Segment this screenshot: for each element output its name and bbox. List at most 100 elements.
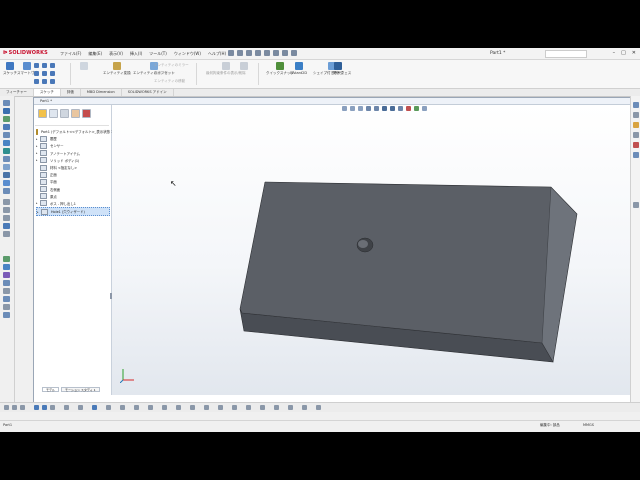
bottom-tool-icon[interactable]	[302, 405, 307, 410]
tree-item-hole-wizard[interactable]: ▸ Hole1 (穴ウィザード)	[36, 207, 110, 217]
equations-button[interactable]: 関係式	[333, 62, 344, 76]
bottom-tool-icon[interactable]	[260, 405, 265, 410]
tool-icon-25[interactable]	[3, 312, 10, 318]
resources-icon[interactable]	[633, 102, 639, 108]
tool-icon-15[interactable]	[3, 215, 10, 221]
bottom-tool-icon[interactable]	[190, 405, 195, 410]
bottom-tool-icon[interactable]	[20, 405, 25, 410]
bottom-tool-icon[interactable]	[316, 405, 321, 410]
tree-filter-bar[interactable]	[35, 120, 109, 126]
tree-item-top-plane[interactable]: 平面	[36, 178, 110, 185]
menu-tools[interactable]: ツール(T)	[149, 51, 167, 57]
trim-entities-button[interactable]	[80, 62, 88, 70]
sketch-button[interactable]: スケッチ	[3, 62, 17, 76]
maximize-button[interactable]: □	[621, 50, 626, 56]
display-manager-tab-icon[interactable]	[82, 109, 91, 118]
bottom-tool-icon[interactable]	[4, 405, 9, 410]
graphics-area[interactable]: ↖	[112, 105, 630, 395]
minimize-button[interactable]: –	[613, 50, 616, 56]
tree-item-annotations[interactable]: ▸ アノテートアイテム	[36, 150, 110, 157]
slot-icon[interactable]	[50, 63, 55, 68]
bottom-tool-icon[interactable]	[288, 405, 293, 410]
bottom-tool-icon[interactable]	[34, 405, 39, 410]
file-explorer-icon[interactable]	[633, 122, 639, 128]
tool-icon-6[interactable]	[3, 140, 10, 146]
task-pane-tab-icon[interactable]	[633, 202, 639, 208]
custom-properties-icon[interactable]	[633, 152, 639, 158]
mirror-entities-label[interactable]: エンティティのミラー	[154, 63, 189, 68]
configuration-manager-tab-icon[interactable]	[60, 109, 69, 118]
bottom-tool-icon[interactable]	[218, 405, 223, 410]
bottom-tool-icon[interactable]	[78, 405, 83, 410]
tab-evaluate[interactable]: 評価	[61, 89, 81, 96]
tool-icon-24[interactable]	[3, 304, 10, 310]
tree-item-right-plane[interactable]: 右側面	[36, 186, 110, 193]
spline-icon[interactable]	[34, 79, 39, 84]
bottom-tool-icon[interactable]	[120, 405, 125, 410]
appearances-icon[interactable]	[633, 142, 639, 148]
arc-icon[interactable]	[42, 71, 47, 76]
instant2d-button[interactable]: Instant2D	[290, 62, 307, 75]
repair-sketch-button[interactable]	[240, 62, 248, 70]
tab-motion-study[interactable]: モーション スタディ 1	[61, 387, 100, 392]
save-icon[interactable]	[246, 50, 252, 56]
close-button[interactable]: ✕	[632, 50, 636, 56]
tree-item-history[interactable]: ▸ 履歴	[36, 135, 110, 142]
bottom-tool-icon[interactable]	[50, 405, 55, 410]
menu-window[interactable]: ウィンドウ(W)	[174, 51, 201, 57]
tool-icon-12[interactable]	[3, 188, 10, 194]
tree-item-sensors[interactable]: ▸ センサー	[36, 142, 110, 149]
tool-icon-14[interactable]	[3, 207, 10, 213]
move-entities-label[interactable]: エンティティの移動	[154, 79, 185, 84]
tool-icon-11[interactable]	[3, 180, 10, 186]
tree-item-material[interactable]: 材料 <指定なし>	[36, 164, 110, 171]
bottom-tool-icon[interactable]	[246, 405, 251, 410]
tool-icon-21[interactable]	[3, 280, 10, 286]
tool-icon-9[interactable]	[3, 164, 10, 170]
solidworks-logo[interactable]: ᐅSOLIDWORKS	[3, 50, 48, 56]
tab-model[interactable]: モデル	[42, 387, 60, 392]
open-icon[interactable]	[237, 50, 243, 56]
tool-icon-19[interactable]	[3, 264, 10, 270]
tree-item-solid-bodies[interactable]: ▸ ソリッド ボディ(1)	[36, 157, 110, 164]
tool-icon-4[interactable]	[3, 124, 10, 130]
tree-item-origin[interactable]: 原点	[36, 193, 110, 200]
document-tab[interactable]: Part1 * – □ ✕	[34, 98, 637, 105]
linear-pattern-label[interactable]: 直線パターン	[154, 71, 175, 76]
tool-icon-1[interactable]	[3, 100, 10, 106]
bottom-tool-icon[interactable]	[162, 405, 167, 410]
undo-icon[interactable]	[264, 50, 270, 56]
view-palette-icon[interactable]	[633, 132, 639, 138]
tool-icon-23[interactable]	[3, 296, 10, 302]
panel-collapse-handle[interactable]	[110, 293, 112, 299]
tool-icon-17[interactable]	[3, 231, 10, 237]
menu-file[interactable]: ファイル(F)	[60, 51, 81, 57]
bottom-tool-icon[interactable]	[232, 405, 237, 410]
bottom-tool-icon[interactable]	[92, 405, 97, 410]
tool-icon-16[interactable]	[3, 223, 10, 229]
tab-features[interactable]: フィーチャー	[0, 89, 34, 96]
bottom-tool-icon[interactable]	[64, 405, 69, 410]
tool-icon-2[interactable]	[3, 108, 10, 114]
menu-edit[interactable]: 編集(E)	[88, 51, 102, 57]
tool-icon-7[interactable]	[3, 148, 10, 154]
bottom-tool-icon[interactable]	[106, 405, 111, 410]
bottom-tool-icon[interactable]	[42, 405, 47, 410]
design-library-icon[interactable]	[633, 112, 639, 118]
tool-icon-10[interactable]	[3, 172, 10, 178]
property-manager-tab-icon[interactable]	[49, 109, 58, 118]
bottom-tool-icon[interactable]	[176, 405, 181, 410]
tree-item-boss-extrude[interactable]: ▸ ボス - 押し出し1	[36, 200, 110, 207]
bottom-tool-icon[interactable]	[148, 405, 153, 410]
menu-help[interactable]: ヘルプ(H)	[208, 51, 226, 57]
tool-icon-22[interactable]	[3, 288, 10, 294]
tool-icon-8[interactable]	[3, 156, 10, 162]
polygon-icon[interactable]	[50, 71, 55, 76]
tool-icon-20[interactable]	[3, 272, 10, 278]
convert-entities-button[interactable]: エンティティ変換	[103, 62, 131, 76]
tool-icon-18[interactable]	[3, 256, 10, 262]
bottom-tool-icon[interactable]	[204, 405, 209, 410]
tree-root-part[interactable]: Part1 (デフォルト<<デフォルト>_表示状態 1>)	[36, 128, 117, 135]
print-icon[interactable]	[255, 50, 261, 56]
rectangle-icon[interactable]	[42, 63, 47, 68]
